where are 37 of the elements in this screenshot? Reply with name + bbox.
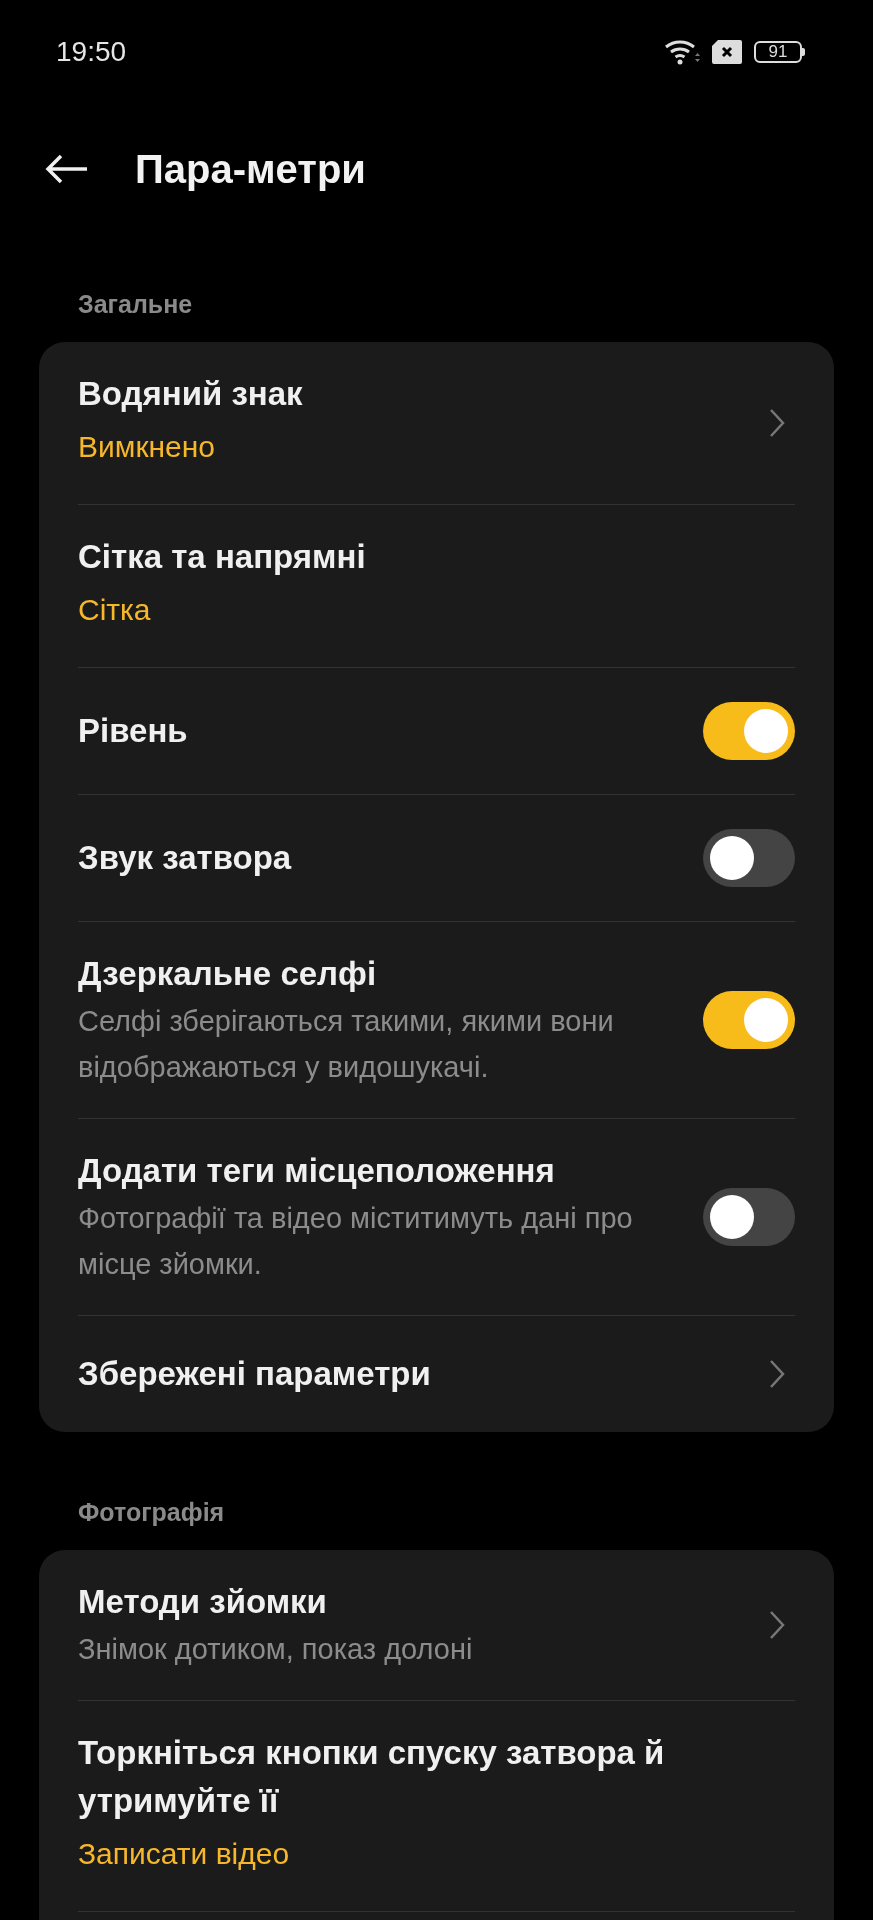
back-arrow-icon[interactable] <box>45 154 89 184</box>
setting-title: Збережені параметри <box>78 1354 432 1394</box>
setting-title: Торкніться кнопки спуску затвора й утримуйте її <box>78 1733 666 1821</box>
setting-value: Вимкнено <box>78 429 217 465</box>
toggle-switch[interactable] <box>703 702 795 760</box>
chevron-right-icon <box>769 1359 785 1389</box>
settings-row[interactable]: Торкніться кнопки спуску затвора й утримуйте її Записати відео <box>78 1700 795 1911</box>
section-label: Загальне <box>78 290 193 318</box>
setting-description: Знімок дотиком, показ долоні <box>78 1632 474 1667</box>
setting-title: Методи зйомки <box>78 1582 328 1622</box>
setting-title: Звук затвора <box>78 838 293 878</box>
setting-title: Сітка та напрямні <box>78 537 367 577</box>
setting-title: Додати теги місцеположення <box>78 1151 556 1191</box>
setting-title: Рівень <box>78 711 189 751</box>
status-time: 19:50 <box>56 36 128 68</box>
setting-value: Записати відео <box>78 1836 291 1872</box>
settings-row[interactable]: Дзеркальне селфі Селфі зберігаються такими, якими вони відображаються у видошукачі. <box>78 921 795 1118</box>
setting-description: Фотографії та відео міститимуть дані про місце зйомки. <box>78 1201 634 1282</box>
settings-row[interactable]: Рівень <box>78 667 795 794</box>
settings-row[interactable]: Звук затвора <box>78 794 795 921</box>
battery-indicator: 91 <box>754 41 805 63</box>
settings-row[interactable]: Додати теги місцеположення Фотографії та відео міститимуть дані про місце зйомки. <box>78 1118 795 1315</box>
setting-title: Водяний знак <box>78 374 304 414</box>
setting-description: Селфі зберігаються такими, якими вони відображаються у видошукачі. <box>78 1004 615 1085</box>
toggle-switch[interactable] <box>703 991 795 1049</box>
setting-value: Сітка <box>78 592 152 628</box>
setting-title: Дзеркальне селфі <box>78 954 378 994</box>
page-title: Пара-метри <box>135 146 366 192</box>
settings-row[interactable]: Водяний знак Вимкнено <box>78 342 795 504</box>
chevron-right-icon <box>769 408 785 438</box>
settings-row[interactable]: Методи зйомки Знімок дотиком, показ долоні <box>78 1550 795 1700</box>
settings-row[interactable]: Збережені параметри <box>78 1315 795 1432</box>
section-label: Фотографія <box>78 1498 225 1526</box>
wifi-icon <box>664 38 700 66</box>
sim-card-error-icon <box>712 40 742 64</box>
settings-row[interactable]: Сітка та напрямні Сітка <box>78 504 795 667</box>
chevron-right-icon <box>769 1610 785 1640</box>
